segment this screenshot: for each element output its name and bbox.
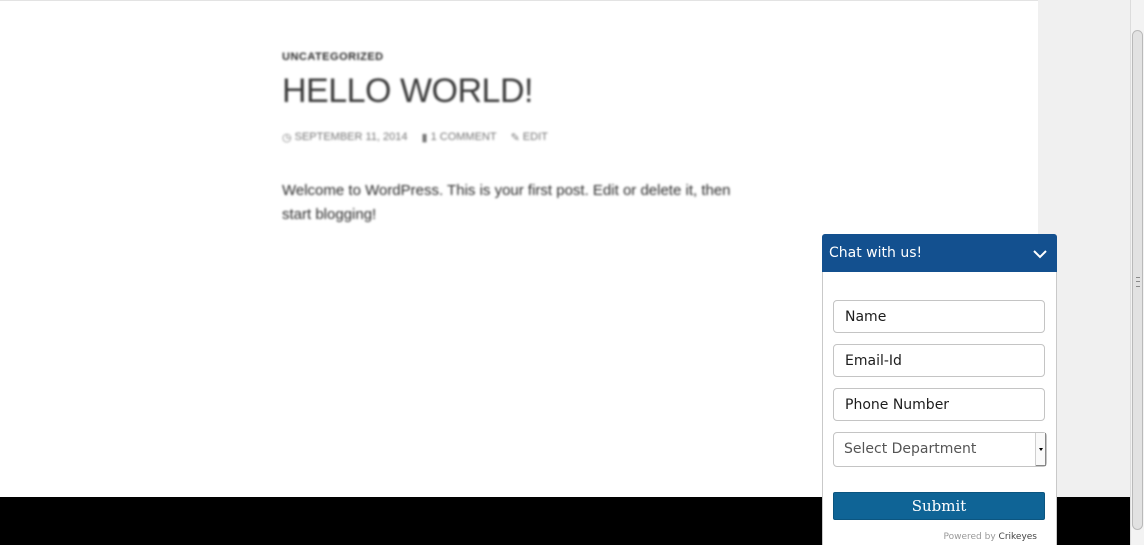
post-comments: 1 COMMENT xyxy=(430,131,497,143)
scrollbar-thumb[interactable] xyxy=(1132,30,1143,530)
pencil-icon: ✎ xyxy=(510,131,520,144)
post-edit: EDIT xyxy=(522,131,548,143)
dropdown-arrow-icon[interactable] xyxy=(1035,433,1046,466)
email-field[interactable] xyxy=(833,344,1045,377)
chat-header[interactable]: Chat with us! xyxy=(822,234,1057,272)
browser-viewport: UNCATEGORIZED HELLO WORLD! ◷ SEPTEMBER 1… xyxy=(0,0,1144,545)
post-category-link[interactable]: UNCATEGORIZED xyxy=(282,49,762,65)
powered-by-brand-link[interactable]: Crikeyes xyxy=(999,532,1037,542)
post-title[interactable]: HELLO WORLD! xyxy=(282,71,762,111)
blog-post: UNCATEGORIZED HELLO WORLD! ◷ SEPTEMBER 1… xyxy=(282,49,762,242)
powered-by-credit: Powered by Crikeyes xyxy=(943,532,1037,542)
post-body: Welcome to WordPress. This is your first… xyxy=(282,182,731,223)
phone-field[interactable] xyxy=(833,388,1045,421)
powered-by-label: Powered by xyxy=(943,532,996,542)
department-selected-value: Select Department xyxy=(844,441,977,457)
scrollbar-grip-icon xyxy=(1136,277,1140,287)
post-edit-link[interactable]: ✎ EDIT xyxy=(511,131,548,144)
vertical-scrollbar[interactable] xyxy=(1130,0,1144,545)
submit-button[interactable]: Submit xyxy=(833,492,1045,520)
department-select[interactable]: Select Department xyxy=(833,432,1047,467)
chat-title: Chat with us! xyxy=(829,245,923,261)
comment-icon: ▮ xyxy=(421,131,428,144)
chat-widget: Chat with us! Select Department Submit P… xyxy=(822,234,1057,545)
post-date-link[interactable]: ◷ SEPTEMBER 11, 2014 xyxy=(282,131,408,144)
post-comments-link[interactable]: ▮ 1 COMMENT xyxy=(422,131,497,144)
post-meta: ◷ SEPTEMBER 11, 2014 ▮ 1 COMMENT ✎ EDIT xyxy=(282,129,762,145)
chevron-down-icon[interactable] xyxy=(1031,246,1049,262)
clock-icon: ◷ xyxy=(282,131,292,144)
name-field[interactable] xyxy=(833,300,1045,333)
post-date: SEPTEMBER 11, 2014 xyxy=(294,131,408,143)
